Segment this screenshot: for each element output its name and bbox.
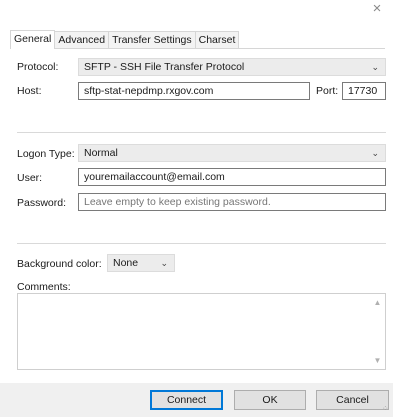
resize-grip-icon[interactable]: ⁘: [382, 405, 390, 413]
protocol-value: SFTP - SSH File Transfer Protocol: [84, 61, 245, 73]
background-color-select[interactable]: None ⌄: [107, 254, 175, 272]
chevron-down-icon: ⌄: [371, 148, 379, 158]
chevron-down-icon: ⌄: [160, 258, 168, 268]
host-label: Host:: [17, 85, 42, 97]
background-color-label: Background color:: [17, 258, 102, 270]
port-input[interactable]: 17730: [342, 82, 386, 100]
password-input[interactable]: Leave empty to keep existing password.: [78, 193, 386, 211]
connect-button[interactable]: Connect: [150, 390, 223, 410]
logon-type-value: Normal: [84, 147, 118, 159]
logon-type-select[interactable]: Normal ⌄: [78, 144, 386, 162]
tab-transfer-settings[interactable]: Transfer Settings: [108, 31, 196, 49]
port-label: Port:: [316, 85, 339, 97]
user-input[interactable]: youremailaccount@email.com: [78, 168, 386, 186]
tab-strip: General Advanced Transfer Settings Chars…: [10, 30, 240, 49]
background-color-value: None: [113, 257, 139, 269]
tab-charset[interactable]: Charset: [194, 31, 240, 49]
divider: [17, 132, 386, 133]
comments-scrollbar[interactable]: ▲ ▼: [371, 294, 384, 369]
comments-label: Comments:: [17, 281, 71, 293]
chevron-down-icon: ⌄: [371, 62, 379, 72]
divider: [17, 243, 386, 244]
logon-type-label: Logon Type:: [17, 148, 75, 160]
comments-textarea[interactable]: [17, 293, 386, 370]
cancel-button[interactable]: Cancel: [316, 390, 389, 410]
arrow-up-icon[interactable]: ▲: [371, 298, 384, 307]
close-icon[interactable]: ×: [370, 1, 384, 16]
user-label: User:: [17, 172, 43, 184]
password-label: Password:: [17, 197, 67, 209]
protocol-label: Protocol:: [17, 61, 59, 73]
protocol-select[interactable]: SFTP - SSH File Transfer Protocol ⌄: [78, 58, 386, 76]
ok-button[interactable]: OK: [234, 390, 306, 410]
arrow-down-icon[interactable]: ▼: [371, 356, 384, 365]
tab-general[interactable]: General: [10, 30, 56, 49]
tab-advanced[interactable]: Advanced: [54, 31, 110, 49]
host-input[interactable]: sftp-stat-nepdmp.rxgov.com: [78, 82, 310, 100]
